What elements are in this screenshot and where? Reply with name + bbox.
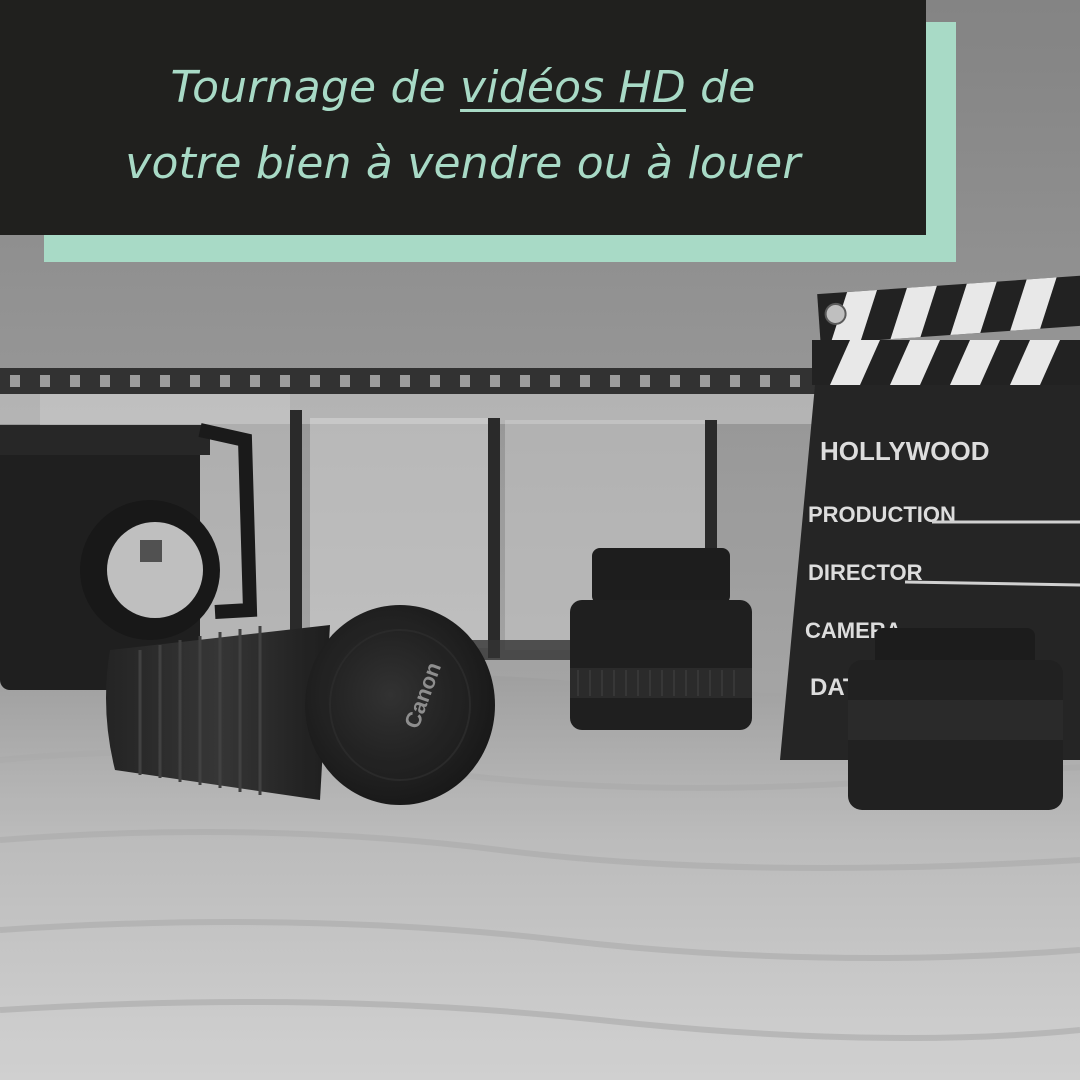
headline-banner: Tournage de vidéos HD de votre bien à ven… xyxy=(0,0,926,235)
headline-highlight: vidéos HD xyxy=(460,62,686,113)
headline-text: Tournage de xyxy=(170,62,461,113)
headline-line-2: votre bien à vendre ou à louer xyxy=(125,138,801,189)
social-post: Canon HOLLYWOOD PRODUCTION DIRECTOR CAME… xyxy=(0,0,1080,1080)
headline-text: de xyxy=(685,62,756,113)
headline: Tournage de vidéos HD de votre bien à ven… xyxy=(0,50,926,202)
